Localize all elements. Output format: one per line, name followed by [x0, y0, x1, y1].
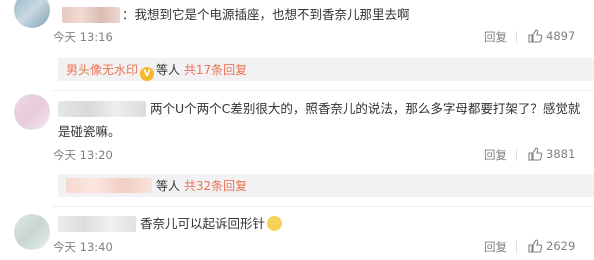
comment-text: 香奈儿可以起诉回形针 [140, 213, 283, 234]
divider [516, 241, 517, 253]
reply-summary-text: 等人 共32条回复 [156, 177, 247, 194]
avatar[interactable] [14, 214, 50, 250]
comment-text-line1: 两个U个两个C差别很大的，照香奈儿的说法，那么多字母都要打架了？感觉就 [150, 101, 581, 116]
reply-suffix: 等人 [156, 179, 181, 193]
reply-count-link[interactable]: 共32条回复 [184, 179, 247, 193]
comment-time: 今天 13:20 [53, 148, 113, 162]
reply-username[interactable]: 男头像无水印 [66, 63, 138, 77]
verified-badge-icon: V [140, 67, 155, 81]
reply-username-pixelated[interactable] [66, 178, 152, 193]
reply-summary[interactable]: 等人 共32条回复 [58, 174, 594, 197]
comment-time: 今天 13:40 [53, 240, 113, 254]
reply-suffix: 等人 [156, 63, 181, 77]
username-pixelated[interactable] [58, 216, 136, 232]
avatar[interactable] [14, 94, 50, 130]
comment-2: 两个U个两个C差别很大的，照香奈儿的说法，那么多字母都要打架了？感觉就 是碰瓷嘛… [0, 92, 594, 202]
comment-1: ：我想到它是个电源插座，也想不到香奈儿那里去啊 今天 13:16 回复 4897… [0, 0, 594, 86]
comment-text-line2: 是碰瓷嘛。 [58, 124, 121, 139]
reply-count-link[interactable]: 共17条回复 [184, 63, 247, 77]
username-pixelated[interactable] [58, 101, 146, 117]
thumbs-up-icon[interactable] [527, 238, 543, 254]
username-pixelated[interactable] [62, 7, 120, 23]
divider [516, 31, 517, 43]
divider [516, 149, 517, 161]
comment-text-content: 香奈儿可以起诉回形针 [140, 216, 266, 231]
reply-summary[interactable]: 男头像无水印 V 等人 共17条回复 [58, 58, 594, 81]
thumbs-up-icon[interactable] [527, 146, 543, 162]
smiling-face-icon [267, 216, 283, 231]
thumbs-up-icon[interactable] [527, 28, 543, 44]
reply-button[interactable]: 回复 [484, 29, 507, 45]
like-count: 3881 [546, 147, 576, 161]
reply-button[interactable]: 回复 [484, 147, 507, 163]
comment-3: 香奈儿可以起诉回形针 今天 13:40 回复 2629 [0, 208, 594, 260]
separator [53, 206, 594, 207]
avatar[interactable] [14, 0, 50, 28]
comment-time: 今天 13:16 [53, 30, 113, 44]
separator [53, 90, 594, 91]
reply-summary-text: 男头像无水印 V 等人 共17条回复 [66, 61, 247, 81]
like-count: 4897 [546, 29, 576, 43]
reply-button[interactable]: 回复 [484, 239, 507, 255]
comment-text: ：我想到它是个电源插座，也想不到香奈儿那里去啊 [122, 7, 410, 22]
like-count: 2629 [546, 239, 576, 253]
